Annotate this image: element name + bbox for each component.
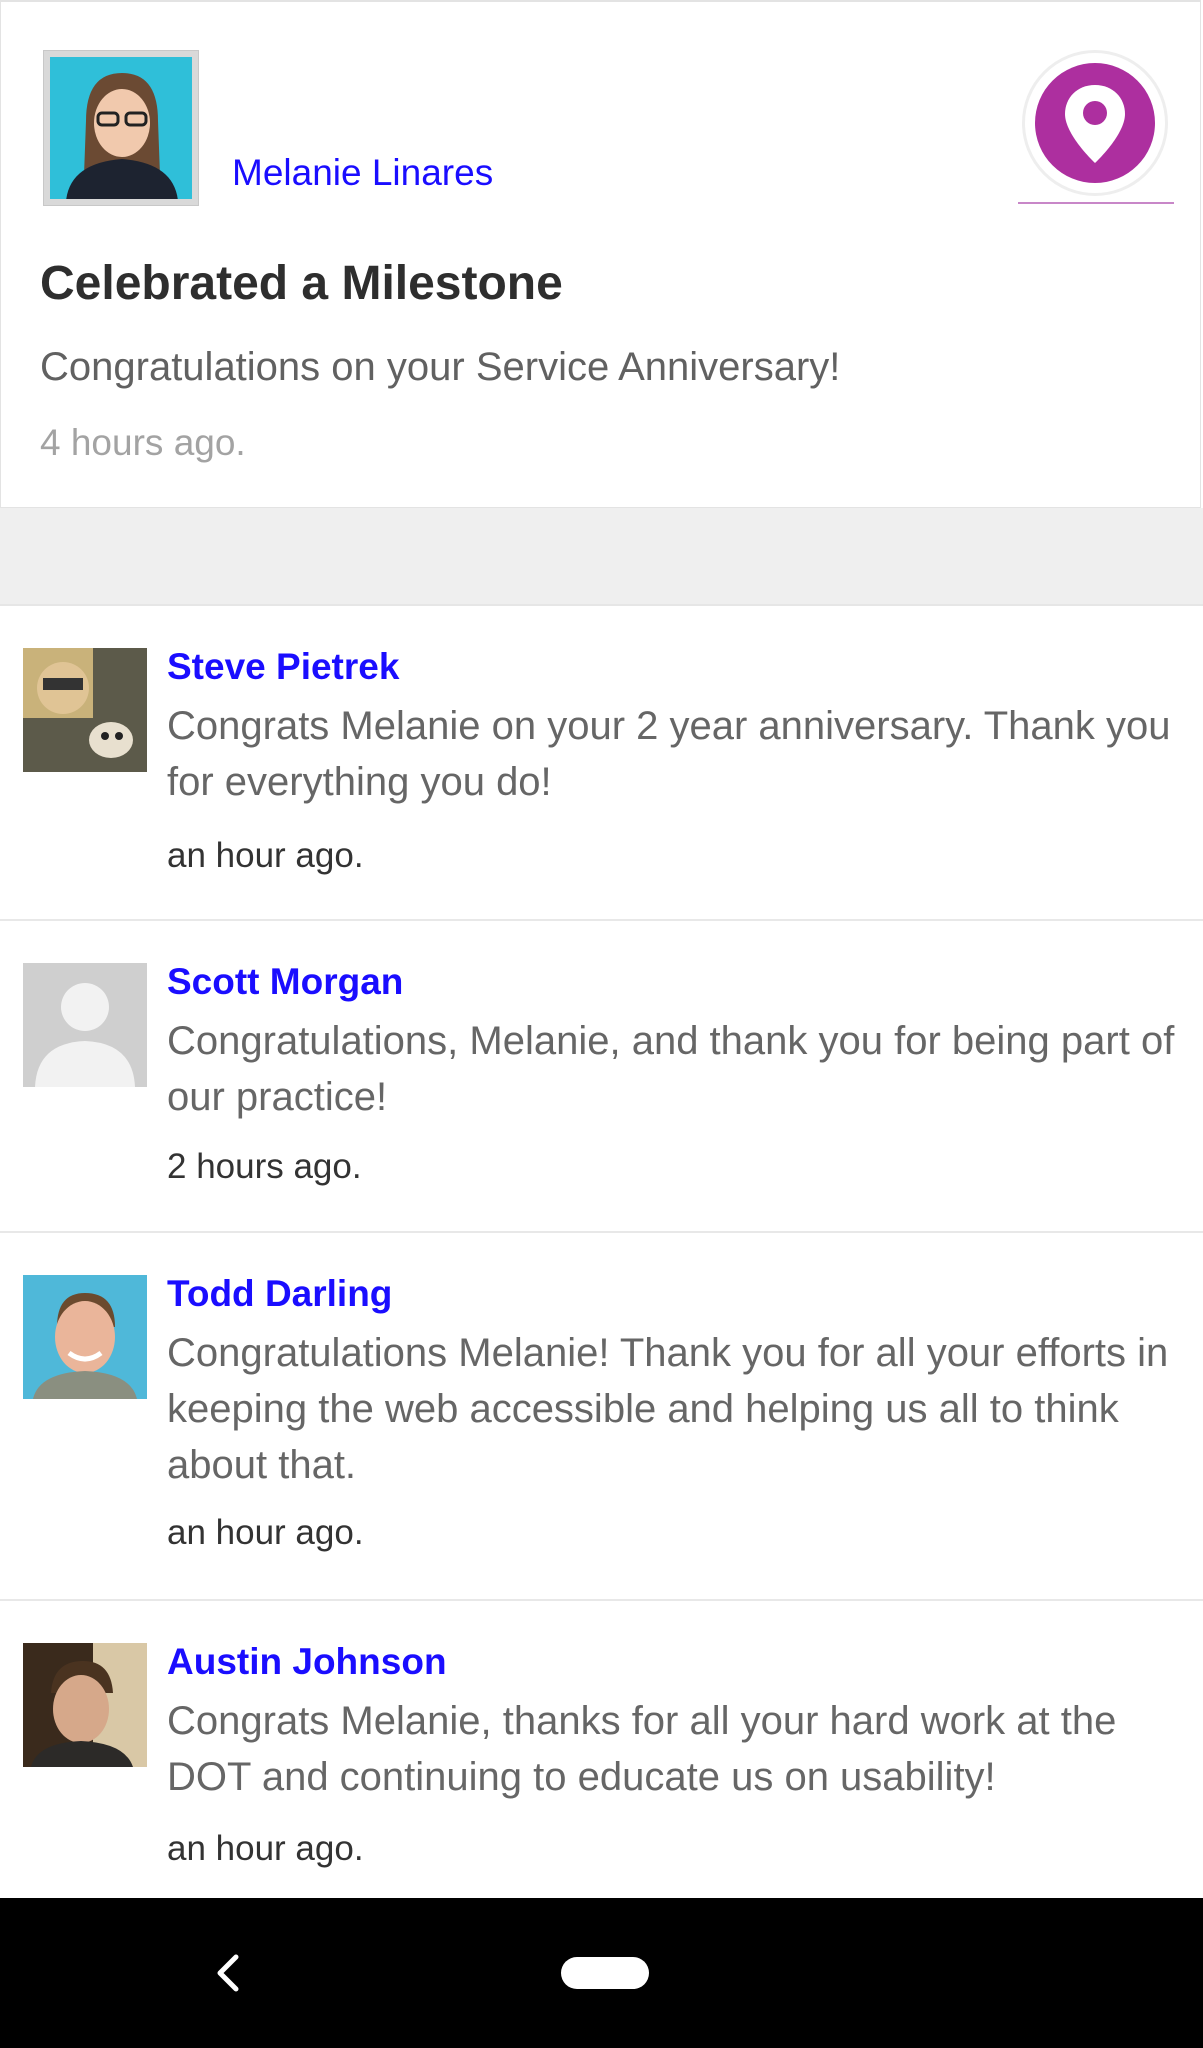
comment-text: Congratulations, Melanie, and thank you … [167, 1019, 1175, 1119]
comment-item: Steve Pietrek Congrats Melanie on your 2… [0, 606, 1203, 921]
commenter-avatar[interactable] [23, 1275, 147, 1399]
author-avatar[interactable] [43, 50, 199, 206]
commenter-name[interactable]: Steve Pietrek [167, 646, 399, 688]
comment-text: Congratulations Melanie! Thank you for a… [167, 1331, 1169, 1487]
commenter-avatar[interactable] [23, 963, 147, 1087]
commenter-avatar[interactable] [23, 1643, 147, 1767]
comment-timestamp: an hour ago. [167, 836, 364, 875]
comment-timestamp: 2 hours ago. [167, 1147, 362, 1186]
post-message: Congratulations on your Service Annivers… [40, 345, 841, 389]
comment-item: Todd Darling Congratulations Melanie! Th… [0, 1233, 1203, 1601]
milestone-post-card: Melanie Linares Celebrated a Milestone C… [0, 0, 1201, 508]
post-title: Celebrated a Milestone [40, 257, 563, 310]
commenter-name[interactable]: Todd Darling [167, 1273, 392, 1315]
comment-text: Congrats Melanie on your 2 year annivers… [167, 704, 1171, 804]
comment-timestamp: an hour ago. [167, 1829, 364, 1868]
comment-item: Scott Morgan Congratulations, Melanie, a… [0, 921, 1203, 1233]
commenter-name[interactable]: Scott Morgan [167, 961, 403, 1003]
commenter-name[interactable]: Austin Johnson [167, 1641, 447, 1683]
author-name-link[interactable]: Melanie Linares [232, 152, 493, 194]
comment-text: Congrats Melanie, thanks for all your ha… [167, 1699, 1117, 1799]
commenter-avatar[interactable] [23, 648, 147, 772]
location-pin-icon [1035, 63, 1155, 183]
chevron-left-icon[interactable] [200, 1943, 260, 2003]
milestone-badge[interactable] [1018, 46, 1174, 204]
default-user-icon [23, 963, 147, 1087]
section-divider [0, 508, 1203, 606]
comment-item: Austin Johnson Congrats Melanie, thanks … [0, 1601, 1203, 1898]
home-pill-icon[interactable] [561, 1957, 649, 1989]
post-timestamp: 4 hours ago. [40, 422, 246, 463]
author-avatar-image [50, 57, 192, 199]
system-navigation-bar [0, 1898, 1203, 2048]
comment-timestamp: an hour ago. [167, 1513, 364, 1552]
